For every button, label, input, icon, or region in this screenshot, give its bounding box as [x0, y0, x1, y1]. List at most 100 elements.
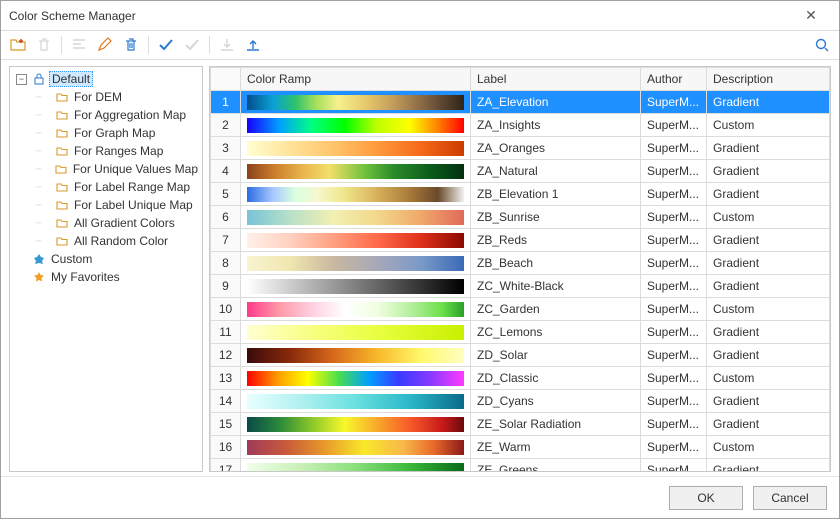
- cell-ramp: [241, 413, 471, 436]
- table-row[interactable]: 4ZA_NaturalSuperM...Gradient: [211, 160, 830, 183]
- table-row[interactable]: 17ZE_GreensSuperM...Gradient: [211, 459, 830, 472]
- tree-child[interactable]: ┈For Graph Map: [12, 124, 200, 142]
- tree-child[interactable]: ┈For Label Unique Map: [12, 196, 200, 214]
- cell-ramp: [241, 459, 471, 472]
- delete-scheme-button[interactable]: [120, 34, 142, 56]
- table-row[interactable]: 7ZB_RedsSuperM...Gradient: [211, 229, 830, 252]
- footer: OK Cancel: [1, 476, 839, 518]
- table-row[interactable]: 15ZE_Solar RadiationSuperM...Gradient: [211, 413, 830, 436]
- folder-icon: [55, 144, 69, 158]
- cell-label: ZD_Solar: [471, 344, 641, 367]
- cancel-button[interactable]: Cancel: [753, 486, 827, 510]
- color-ramp-swatch: [247, 95, 464, 110]
- tree-panel[interactable]: − Default ┈For DEM┈For Aggregation Map┈F…: [9, 66, 203, 472]
- table-row[interactable]: 12ZD_SolarSuperM...Gradient: [211, 344, 830, 367]
- cell-author: SuperM...: [641, 160, 707, 183]
- cell-rownum: 11: [211, 321, 241, 344]
- cell-ramp: [241, 344, 471, 367]
- tree-child[interactable]: ┈For Unique Values Map: [12, 160, 200, 178]
- cell-author: SuperM...: [641, 275, 707, 298]
- header-desc[interactable]: Description: [707, 68, 830, 91]
- folder-plus-icon: [10, 37, 26, 53]
- cell-rownum: 4: [211, 160, 241, 183]
- table-row[interactable]: 8ZB_BeachSuperM...Gradient: [211, 252, 830, 275]
- grid-panel: Color Ramp Label Author Description 1ZA_…: [209, 66, 831, 472]
- cell-desc: Gradient: [707, 160, 830, 183]
- close-button[interactable]: ✕: [791, 7, 831, 24]
- grid-header-row: Color Ramp Label Author Description: [211, 68, 830, 91]
- cell-author: SuperM...: [641, 344, 707, 367]
- delete-button[interactable]: [33, 34, 55, 56]
- tree-child[interactable]: ┈For Aggregation Map: [12, 106, 200, 124]
- table-row[interactable]: 14ZD_CyansSuperM...Gradient: [211, 390, 830, 413]
- table-row[interactable]: 10ZC_GardenSuperM...Custom: [211, 298, 830, 321]
- folder-icon: [55, 90, 69, 104]
- tree-child[interactable]: ┈For Label Range Map: [12, 178, 200, 196]
- collapse-icon[interactable]: −: [16, 74, 27, 85]
- header-author[interactable]: Author: [641, 68, 707, 91]
- cell-desc: Gradient: [707, 321, 830, 344]
- tree-child[interactable]: ┈For DEM: [12, 88, 200, 106]
- table-row[interactable]: 3ZA_OrangesSuperM...Gradient: [211, 137, 830, 160]
- table-row[interactable]: 11ZC_LemonsSuperM...Gradient: [211, 321, 830, 344]
- table-row[interactable]: 1ZA_ElevationSuperM...Gradient: [211, 91, 830, 114]
- tree-child[interactable]: ┈All Random Color: [12, 232, 200, 250]
- folder-icon: [55, 198, 69, 212]
- color-ramp-swatch: [247, 371, 464, 386]
- toolbar-separator: [209, 36, 210, 54]
- cell-rownum: 15: [211, 413, 241, 436]
- cell-label: ZB_Sunrise: [471, 206, 641, 229]
- table-row[interactable]: 13ZD_ClassicSuperM...Custom: [211, 367, 830, 390]
- import-button[interactable]: [216, 34, 238, 56]
- table-row[interactable]: 2ZA_InsightsSuperM...Custom: [211, 114, 830, 137]
- tree-child[interactable]: ┈For Ranges Map: [12, 142, 200, 160]
- color-ramp-swatch: [247, 187, 464, 202]
- export-button[interactable]: [242, 34, 264, 56]
- ok-label: OK: [697, 491, 714, 505]
- header-rownum[interactable]: [211, 68, 241, 91]
- trash-icon: [36, 37, 52, 53]
- tree-child[interactable]: ┈All Gradient Colors: [12, 214, 200, 232]
- header-ramp[interactable]: Color Ramp: [241, 68, 471, 91]
- tree-favorites[interactable]: My Favorites: [12, 268, 200, 286]
- cell-author: SuperM...: [641, 390, 707, 413]
- cell-rownum: 14: [211, 390, 241, 413]
- tree-label: Default: [49, 71, 93, 87]
- window-title: Color Scheme Manager: [9, 9, 791, 23]
- cell-rownum: 12: [211, 344, 241, 367]
- edit-button[interactable]: [94, 34, 116, 56]
- ok-button[interactable]: OK: [669, 486, 743, 510]
- cell-author: SuperM...: [641, 298, 707, 321]
- cell-author: SuperM...: [641, 137, 707, 160]
- new-group-button[interactable]: [7, 34, 29, 56]
- tree-label: For Label Unique Map: [72, 198, 195, 212]
- cell-label: ZB_Elevation 1: [471, 183, 641, 206]
- cell-desc: Gradient: [707, 183, 830, 206]
- cell-rownum: 6: [211, 206, 241, 229]
- check-all-button[interactable]: [181, 34, 203, 56]
- table-row[interactable]: 9ZC_White-BlackSuperM...Gradient: [211, 275, 830, 298]
- lines-icon: [71, 37, 87, 53]
- tree-label: All Gradient Colors: [72, 216, 177, 230]
- cell-rownum: 5: [211, 183, 241, 206]
- search-button[interactable]: [811, 34, 833, 56]
- tree-custom[interactable]: Custom: [12, 250, 200, 268]
- cell-desc: Custom: [707, 206, 830, 229]
- header-label[interactable]: Label: [471, 68, 641, 91]
- table-row[interactable]: 5ZB_Elevation 1SuperM...Gradient: [211, 183, 830, 206]
- cell-rownum: 8: [211, 252, 241, 275]
- cell-label: ZA_Elevation: [471, 91, 641, 114]
- check-button[interactable]: [155, 34, 177, 56]
- table-row[interactable]: 16ZE_WarmSuperM...Custom: [211, 436, 830, 459]
- cell-rownum: 2: [211, 114, 241, 137]
- tree-root-default[interactable]: − Default: [12, 70, 200, 88]
- cell-desc: Gradient: [707, 252, 830, 275]
- align-button[interactable]: [68, 34, 90, 56]
- color-scheme-grid[interactable]: Color Ramp Label Author Description 1ZA_…: [210, 67, 830, 471]
- toolbar-separator: [61, 36, 62, 54]
- cell-label: ZA_Oranges: [471, 137, 641, 160]
- tree-label: Custom: [49, 252, 94, 266]
- cell-rownum: 17: [211, 459, 241, 472]
- table-row[interactable]: 6ZB_SunriseSuperM...Custom: [211, 206, 830, 229]
- cell-ramp: [241, 183, 471, 206]
